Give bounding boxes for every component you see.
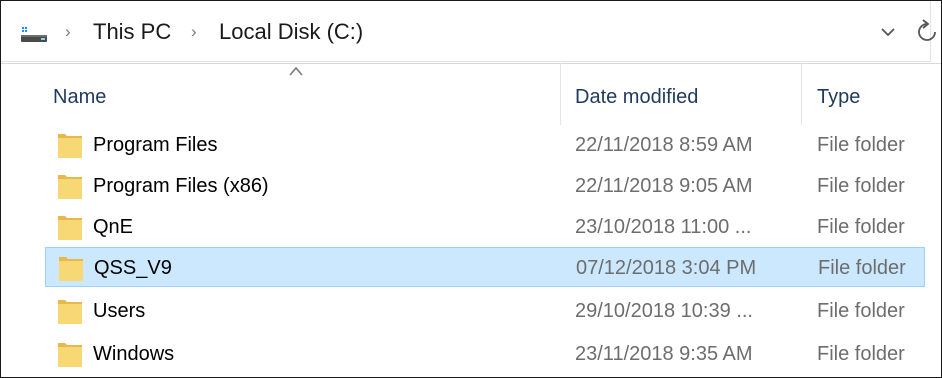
file-name: QSS_V9 [94, 257, 172, 279]
address-bar[interactable]: › This PC › Local Disk (C:) [1, 1, 941, 64]
file-type: File folder [817, 134, 905, 156]
breadcrumb-separator-icon[interactable]: › [191, 17, 197, 47]
file-name: Program Files [93, 134, 218, 156]
file-date-modified: 07/12/2018 3:04 PM [576, 257, 757, 279]
file-row-users[interactable]: Users 29/10/2018 10:39 ... File folder [45, 291, 925, 331]
column-header-date-modified[interactable]: Date modified [575, 85, 698, 109]
file-row-qne[interactable]: QnE 23/10/2018 11:00 ... File folder [45, 207, 925, 247]
column-header-row: Name Date modified Type [1, 63, 941, 125]
this-pc-icon[interactable] [19, 25, 49, 45]
folder-icon [58, 343, 82, 367]
sort-ascending-icon [289, 66, 303, 76]
file-row-program-files[interactable]: Program Files 22/11/2018 8:59 AM File fo… [45, 125, 925, 165]
file-date-modified: 23/10/2018 11:00 ... [575, 216, 752, 238]
breadcrumb-separator-icon[interactable]: › [65, 17, 71, 47]
column-header-name[interactable]: Name [53, 85, 106, 109]
file-date-modified: 29/10/2018 10:39 ... [575, 300, 753, 322]
folder-icon [58, 134, 82, 158]
file-row-program-files-x86[interactable]: Program Files (x86) 22/11/2018 9:05 AM F… [45, 166, 925, 206]
refresh-icon[interactable] [913, 19, 941, 45]
file-type: File folder [817, 175, 905, 197]
folder-icon [58, 216, 82, 240]
file-name: QnE [93, 216, 134, 238]
file-date-modified: 22/11/2018 8:59 AM [575, 134, 753, 156]
file-type: File folder [817, 343, 905, 365]
column-header-type[interactable]: Type [817, 85, 860, 109]
file-type: File folder [817, 300, 905, 322]
folder-icon [59, 257, 83, 281]
column-divider[interactable] [560, 63, 561, 125]
file-name: Users [93, 300, 146, 322]
file-date-modified: 23/11/2018 9:35 AM [575, 343, 753, 365]
folder-icon [58, 300, 82, 324]
file-row-windows[interactable]: Windows 23/11/2018 9:35 AM File folder [45, 334, 925, 374]
folder-icon [58, 175, 82, 199]
file-type: File folder [817, 216, 905, 238]
file-name: Windows [93, 343, 175, 365]
file-row-qss-v9[interactable]: QSS_V9 07/12/2018 3:04 PM File folder [45, 247, 925, 287]
breadcrumb-local-disk[interactable]: Local Disk (C:) [219, 17, 363, 47]
file-explorer-window: › This PC › Local Disk (C:) Name Date mo… [0, 0, 942, 378]
file-name: Program Files (x86) [93, 175, 269, 197]
file-type: File folder [818, 257, 906, 279]
chevron-down-icon[interactable] [877, 21, 899, 43]
column-divider[interactable] [801, 63, 802, 125]
breadcrumb-this-pc[interactable]: This PC [93, 17, 171, 47]
file-date-modified: 22/11/2018 9:05 AM [575, 175, 753, 197]
